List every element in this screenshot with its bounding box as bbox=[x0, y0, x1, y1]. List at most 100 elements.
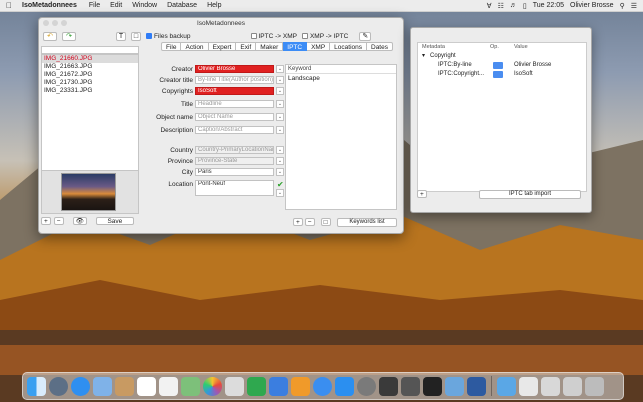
creator-dropdown[interactable]: ⌄ bbox=[276, 65, 284, 73]
keywords-table[interactable]: Keyword Landscape bbox=[285, 64, 397, 210]
iptc-to-xmp-checkbox[interactable]: IPTC -> XMP bbox=[250, 33, 297, 40]
menu-window[interactable]: Window bbox=[132, 2, 157, 9]
apple-menu-icon[interactable]:  bbox=[6, 1, 12, 10]
numbers-icon[interactable] bbox=[247, 376, 266, 396]
creator-title-dropdown[interactable]: ⌄ bbox=[276, 76, 284, 84]
menu-app-name[interactable]: IsoMetadonnees bbox=[22, 2, 77, 9]
tab-iptc[interactable]: IPTC bbox=[283, 42, 308, 51]
xmp-to-iptc-checkbox[interactable]: XMP -> IPTC bbox=[301, 33, 348, 40]
undo-button[interactable]: ↶ bbox=[43, 31, 57, 41]
object-name-field[interactable]: Object Name bbox=[195, 113, 274, 121]
remove-keyword-button[interactable]: − bbox=[304, 218, 315, 226]
redo-button[interactable]: ↷ bbox=[62, 31, 76, 41]
creator-field[interactable]: Olivier Brosse bbox=[195, 65, 274, 73]
books-icon[interactable] bbox=[291, 376, 310, 396]
tab-action[interactable]: Action bbox=[181, 42, 209, 51]
launchpad-icon[interactable] bbox=[49, 376, 68, 396]
file-list-item[interactable]: IMG_21660.JPG bbox=[42, 55, 138, 63]
keywords-list-button[interactable]: Keywords list bbox=[337, 218, 397, 227]
pen-button[interactable]: ✎ bbox=[359, 31, 372, 41]
terminal-icon[interactable] bbox=[423, 376, 442, 396]
close-button[interactable] bbox=[43, 20, 49, 26]
tab-exif[interactable]: Exif bbox=[236, 42, 257, 51]
file-list-item[interactable]: IMG_21663.JPG bbox=[42, 63, 138, 71]
calendar-icon[interactable] bbox=[137, 376, 156, 396]
keyword-item[interactable]: Landscape bbox=[286, 74, 396, 83]
music-icon[interactable] bbox=[313, 376, 332, 396]
menu-edit[interactable]: Edit bbox=[110, 2, 122, 9]
document-stack-icon[interactable] bbox=[563, 376, 582, 396]
zoom-button[interactable] bbox=[61, 20, 67, 26]
text-tool-button[interactable]: T bbox=[116, 31, 126, 41]
menu-database[interactable]: Database bbox=[167, 2, 197, 9]
preview-button[interactable]: 👁 bbox=[72, 217, 87, 225]
object-name-dropdown[interactable]: ⌄ bbox=[276, 113, 284, 121]
disclosure-icon[interactable]: ▾ bbox=[422, 52, 425, 61]
volume-icon[interactable]: ♬ bbox=[510, 2, 517, 9]
menu-help[interactable]: Help bbox=[207, 2, 221, 9]
file-list-item[interactable]: IMG_21730.JPG bbox=[42, 79, 138, 87]
clock[interactable]: Tue 22:05 bbox=[533, 2, 564, 9]
tab-file[interactable]: File bbox=[161, 42, 182, 51]
province-field[interactable]: Province-State bbox=[195, 157, 274, 165]
copyrights-dropdown[interactable]: ⌄ bbox=[276, 87, 284, 95]
finder-icon[interactable] bbox=[27, 376, 46, 396]
photos-icon[interactable] bbox=[203, 376, 222, 396]
user-name[interactable]: Olivier Brosse bbox=[570, 2, 614, 9]
maps-icon[interactable] bbox=[181, 376, 200, 396]
metadata-row[interactable]: IPTC:By-line Olivier Brosse bbox=[418, 61, 588, 70]
description-field[interactable]: Caption/Abstract bbox=[195, 126, 274, 134]
add-metadata-button[interactable]: + bbox=[417, 190, 427, 198]
bluetooth-icon[interactable]: ∀ bbox=[487, 2, 492, 10]
province-dropdown[interactable]: ⌄ bbox=[276, 157, 284, 165]
country-field[interactable]: Country-PrimaryLocationName bbox=[195, 146, 274, 154]
creator-title-field[interactable]: By-line Title(Author position) bbox=[195, 76, 274, 84]
system-preferences-icon[interactable] bbox=[357, 376, 376, 396]
trash-icon[interactable] bbox=[585, 376, 604, 396]
metadata-row[interactable]: IPTC:Copyright... IsoSoft bbox=[418, 70, 588, 79]
file-list-item[interactable]: IMG_21672.JPG bbox=[42, 71, 138, 79]
add-file-button[interactable]: + bbox=[41, 217, 51, 225]
description-dropdown[interactable]: ⌄ bbox=[276, 126, 284, 134]
contacts-icon[interactable] bbox=[115, 376, 134, 396]
document-stack-icon[interactable] bbox=[519, 376, 538, 396]
metadata-group-row[interactable]: ▾ Copyright bbox=[418, 52, 588, 61]
tab-locations[interactable]: Locations bbox=[330, 42, 367, 51]
metadata-table[interactable]: Metadata Op. Value ▾ Copyright IPTC:By-l… bbox=[417, 42, 587, 192]
country-dropdown[interactable]: ⌄ bbox=[276, 146, 284, 154]
file-search-input[interactable] bbox=[41, 46, 139, 54]
tab-maker[interactable]: Maker bbox=[256, 42, 284, 51]
messages-icon[interactable] bbox=[225, 376, 244, 396]
menu-icon[interactable]: ☰ bbox=[631, 2, 637, 10]
safari-icon[interactable] bbox=[71, 376, 90, 396]
tab-expert[interactable]: Expert bbox=[208, 42, 237, 51]
search-icon[interactable]: ⚲ bbox=[620, 2, 625, 10]
vpn-icon[interactable] bbox=[379, 376, 398, 396]
location-dropdown[interactable]: ⌄ bbox=[276, 189, 284, 197]
document-stack-icon[interactable] bbox=[541, 376, 560, 396]
file-list-item[interactable]: IMG_23331.JPG bbox=[42, 87, 138, 95]
menu-file[interactable]: File bbox=[89, 2, 100, 9]
minimize-button[interactable] bbox=[52, 20, 58, 26]
file-list[interactable]: IMG_21660.JPG IMG_21663.JPG IMG_21672.JP… bbox=[41, 54, 139, 180]
city-dropdown[interactable]: ⌄ bbox=[276, 168, 284, 176]
op-dropdown[interactable] bbox=[493, 71, 503, 78]
keyword-options-button[interactable]: □ bbox=[320, 218, 331, 226]
files-backup-checkbox[interactable]: Files backup bbox=[146, 33, 191, 40]
keynote-icon[interactable] bbox=[269, 376, 288, 396]
location-field[interactable]: Pont-Neuf bbox=[195, 180, 274, 196]
tab-dates[interactable]: Dates bbox=[367, 42, 393, 51]
camera-icon[interactable] bbox=[401, 376, 420, 396]
reminders-icon[interactable] bbox=[159, 376, 178, 396]
page-tool-button[interactable]: □ bbox=[131, 31, 141, 41]
isometadonnees-icon[interactable] bbox=[467, 376, 486, 396]
iptc-tab-import-button[interactable]: IPTC tab import bbox=[479, 190, 581, 199]
preview-icon[interactable] bbox=[445, 376, 464, 396]
app-store-icon[interactable] bbox=[335, 376, 354, 396]
wifi-icon[interactable]: ☷ bbox=[498, 2, 504, 10]
remove-file-button[interactable]: − bbox=[53, 217, 64, 225]
downloads-folder-icon[interactable] bbox=[497, 376, 516, 396]
copyrights-field[interactable]: IsoSoft bbox=[195, 87, 274, 95]
op-dropdown[interactable] bbox=[493, 62, 503, 69]
battery-icon[interactable]: ▯ bbox=[523, 2, 527, 10]
